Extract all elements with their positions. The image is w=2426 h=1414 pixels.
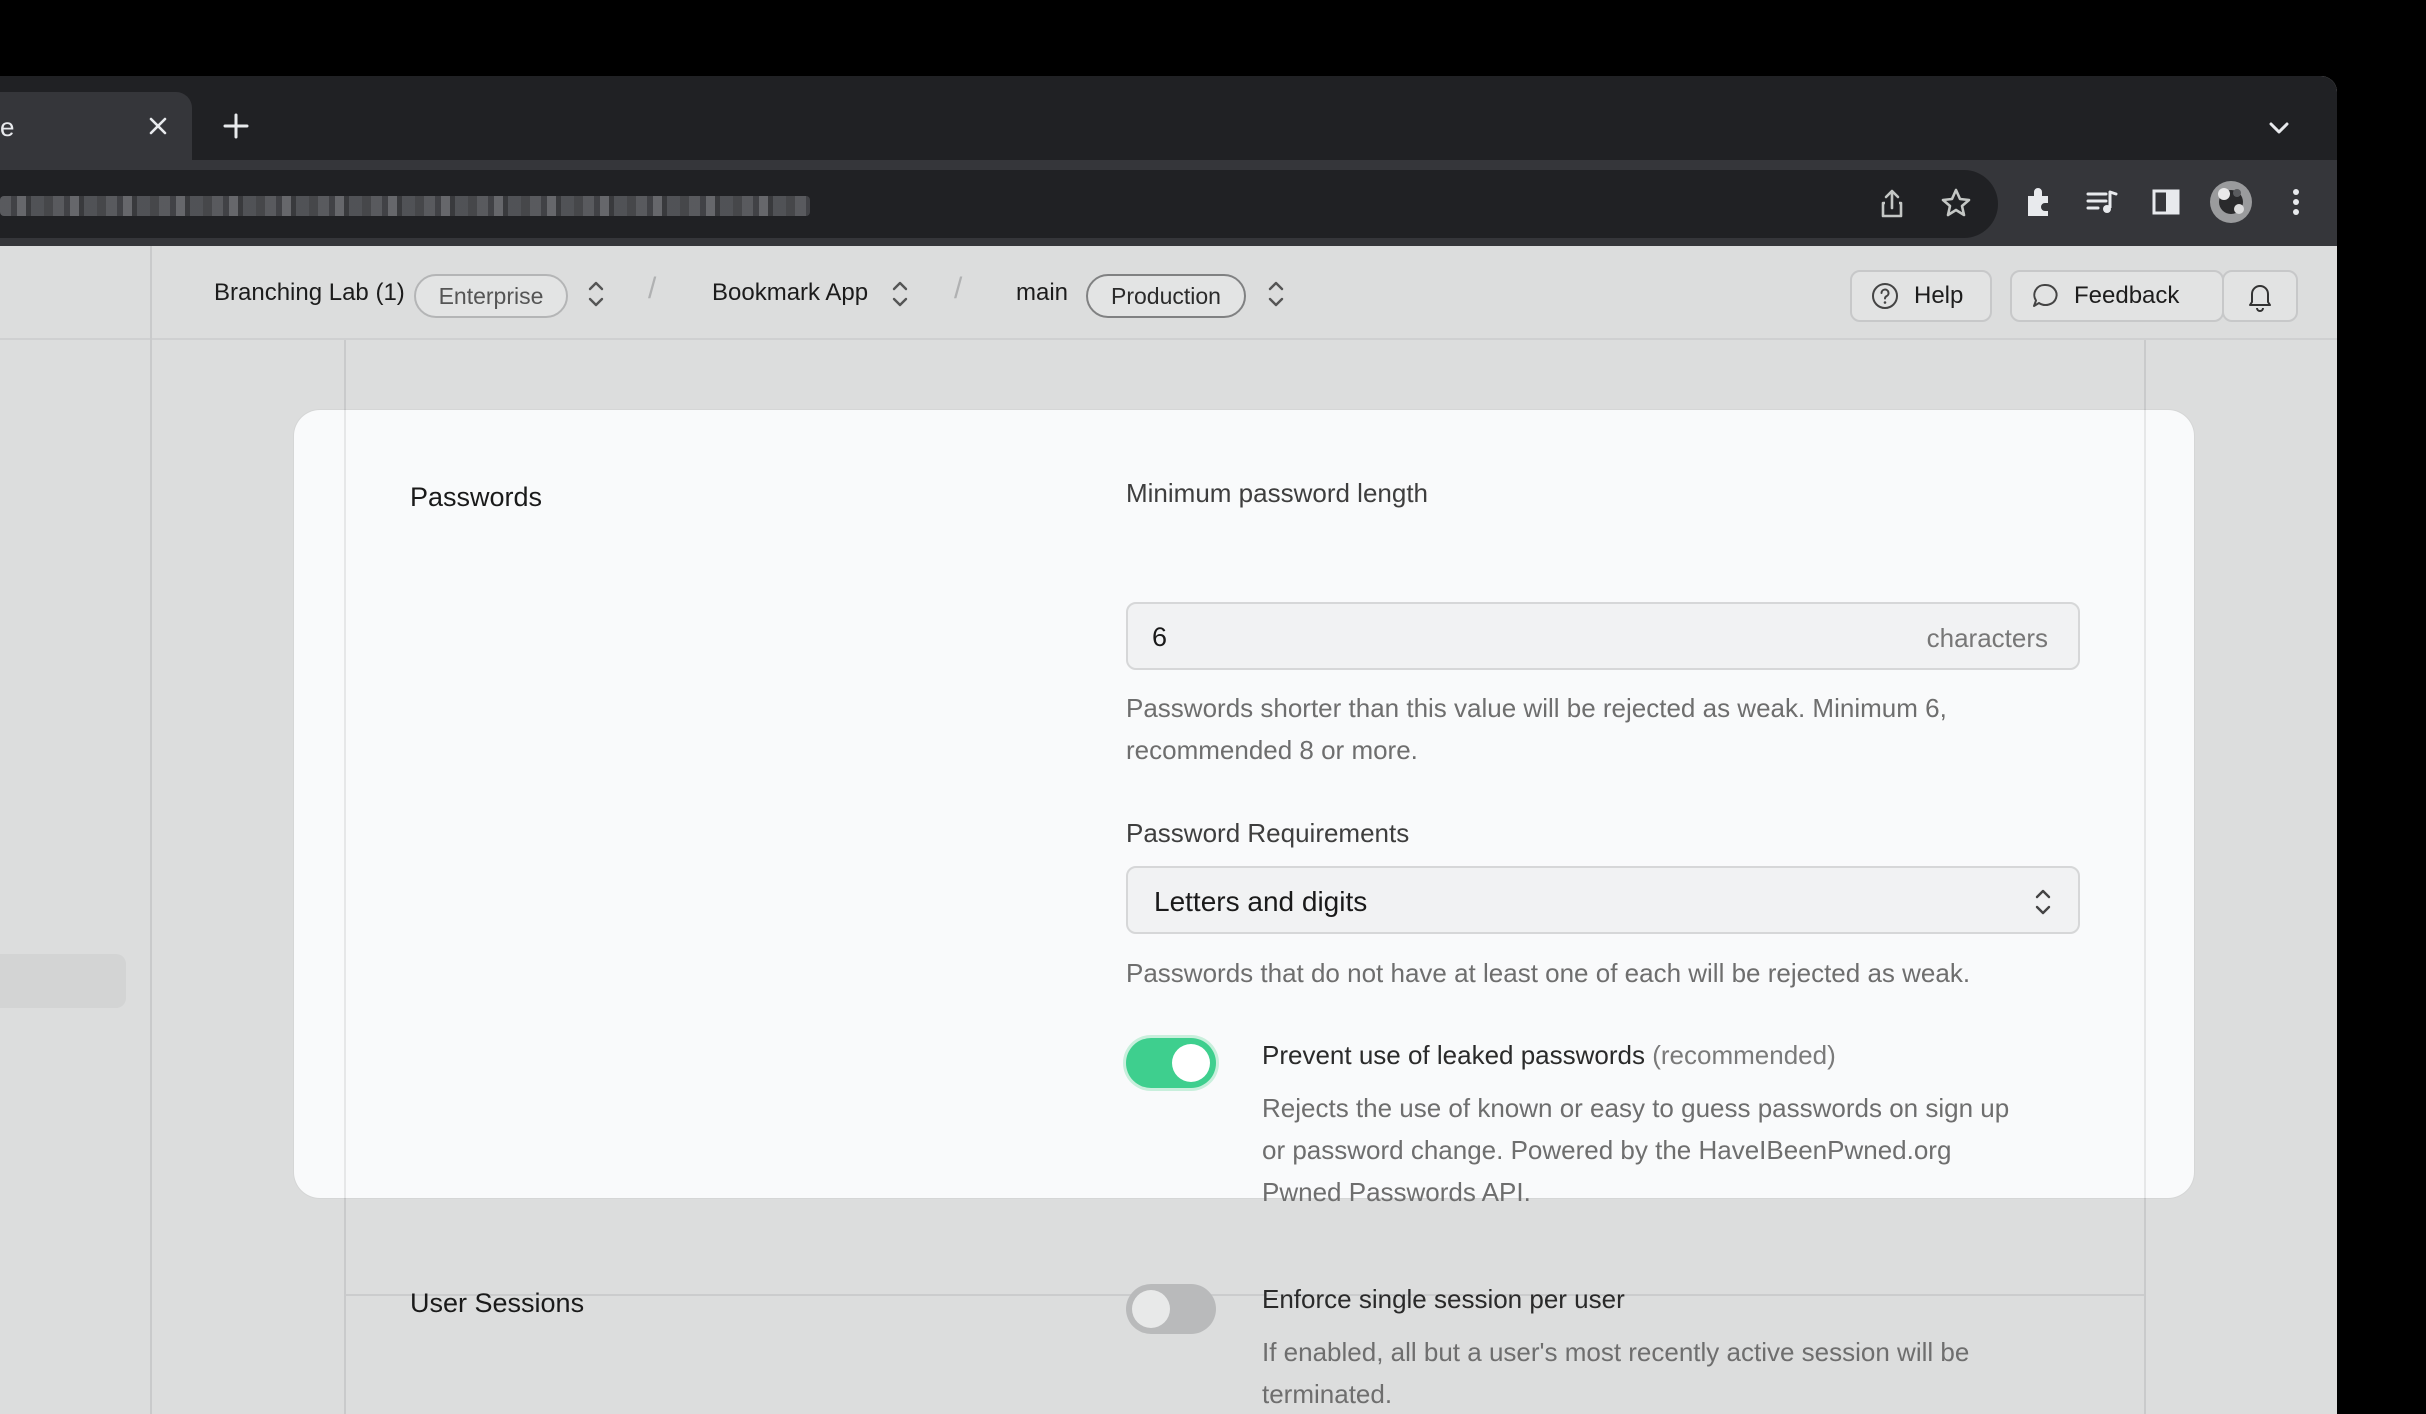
single-session-toggle[interactable] xyxy=(1126,1284,1216,1334)
address-bar[interactable] xyxy=(0,170,1998,238)
close-icon[interactable] xyxy=(140,108,176,144)
min-length-input[interactable]: 6 characters xyxy=(1126,602,2080,670)
toggle-knob xyxy=(1172,1044,1210,1082)
browser-tab[interactable]: e xyxy=(0,92,192,160)
min-length-value: 6 xyxy=(1152,622,1168,652)
min-length-suffix: characters xyxy=(1926,623,2048,653)
requirements-description: Passwords that do not have at least one … xyxy=(1126,958,1971,988)
chat-bubble-icon xyxy=(2033,283,2058,307)
section-divider xyxy=(346,1294,2144,1296)
side-panel-icon[interactable] xyxy=(2146,182,2186,222)
leaked-passwords-toggle[interactable] xyxy=(1126,1038,1216,1088)
min-length-description: Passwords shorter than this value will b… xyxy=(1126,693,1947,765)
breadcrumb-separator: / xyxy=(648,272,657,305)
tab-strip: e xyxy=(0,76,2337,160)
feedback-button[interactable]: Feedback xyxy=(2010,270,2224,322)
leaked-passwords-description: Rejects the use of known or easy to gues… xyxy=(1262,1093,2010,1207)
card-column-guides xyxy=(344,410,2146,1198)
branch-name[interactable]: main xyxy=(1016,246,1068,340)
browser-window: e Branching Lab (1) Enterprise / Bookmar… xyxy=(0,76,2337,1414)
user-sessions-section-title: User Sessions xyxy=(410,1288,585,1318)
single-session-label: Enforce single session per user xyxy=(1262,1284,1625,1314)
url-text-blurred xyxy=(0,196,810,216)
plan-badge: Enterprise xyxy=(414,274,568,318)
extensions-icon[interactable] xyxy=(2018,182,2058,222)
share-icon[interactable] xyxy=(1872,184,1912,224)
help-label: Help xyxy=(1914,282,1964,309)
chevron-updown-icon[interactable] xyxy=(886,276,914,312)
star-icon[interactable] xyxy=(1936,184,1976,224)
org-name[interactable]: Branching Lab (1) xyxy=(214,246,405,340)
project-name[interactable]: Bookmark App xyxy=(712,246,868,340)
chevron-updown-icon[interactable] xyxy=(1262,276,1290,312)
feedback-label: Feedback xyxy=(2074,282,2180,309)
requirements-select[interactable]: Letters and digits xyxy=(1126,866,2080,934)
tab-title: e xyxy=(0,112,15,142)
sidebar-item-active[interactable] xyxy=(0,954,126,1008)
chevron-updown-icon xyxy=(2035,889,2051,915)
help-circle-icon xyxy=(1872,283,1898,309)
passwords-section-title: Passwords xyxy=(410,482,543,512)
browser-toolbar xyxy=(0,160,2337,246)
env-badge: Production xyxy=(1086,274,1246,318)
requirements-value: Letters and digits xyxy=(1154,886,1368,917)
media-icon[interactable] xyxy=(2082,182,2122,222)
sidebar-border xyxy=(150,246,152,1414)
profile-avatar[interactable] xyxy=(2208,179,2254,225)
leaked-passwords-label: Prevent use of leaked passwords (recomme… xyxy=(1262,1040,1836,1070)
menu-icon[interactable] xyxy=(2276,182,2316,222)
min-length-label: Minimum password length xyxy=(1126,478,1429,508)
bell-icon xyxy=(2249,285,2271,312)
notifications-button[interactable] xyxy=(2222,270,2298,322)
single-session-description: If enabled, all but a user's most recent… xyxy=(1262,1337,1970,1409)
breadcrumb-separator: / xyxy=(954,272,963,305)
requirements-label: Password Requirements xyxy=(1126,818,1410,848)
passwords-card xyxy=(294,410,2194,1198)
new-tab-icon[interactable] xyxy=(216,106,256,146)
chevron-updown-icon[interactable] xyxy=(582,276,610,312)
chevron-down-icon[interactable] xyxy=(2261,110,2297,146)
toggle-knob xyxy=(1132,1290,1170,1328)
help-button[interactable]: Help xyxy=(1850,270,1992,322)
app-header: Branching Lab (1) Enterprise / Bookmark … xyxy=(0,246,2337,340)
